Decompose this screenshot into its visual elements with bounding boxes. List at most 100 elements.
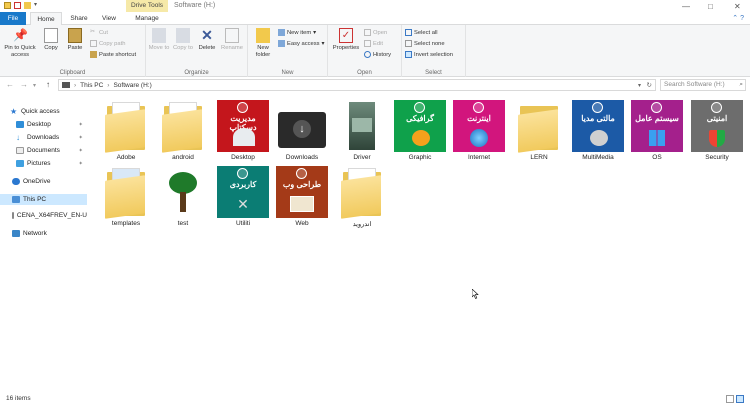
edit-label: Edit bbox=[373, 40, 383, 47]
folder-item-test[interactable]: test bbox=[155, 166, 211, 227]
move-to-button[interactable]: Move to bbox=[148, 28, 170, 52]
new-folder-icon[interactable] bbox=[24, 2, 31, 9]
delete-icon: ✕ bbox=[201, 27, 213, 43]
new-folder-button[interactable]: New folder bbox=[250, 28, 276, 59]
chevron-down-icon: ▾ bbox=[321, 40, 325, 47]
folder-item-web[interactable]: طراحی وب Web bbox=[274, 166, 330, 227]
tab-share[interactable]: Share bbox=[66, 12, 92, 25]
paste-shortcut-label: Paste shortcut bbox=[99, 51, 137, 58]
invert-selection-button[interactable]: Invert selection bbox=[405, 51, 453, 58]
item-name: Downloads bbox=[285, 154, 319, 161]
folder-icon bbox=[100, 100, 152, 153]
tab-home[interactable]: Home bbox=[30, 12, 62, 26]
copy-button[interactable]: Copy bbox=[40, 28, 62, 52]
large-icons-view-icon[interactable] bbox=[736, 395, 744, 403]
breadcrumb-this-pc[interactable]: This PC bbox=[80, 82, 103, 89]
back-arrow-icon[interactable]: ← bbox=[6, 80, 14, 89]
maximize-button[interactable]: □ bbox=[708, 2, 713, 11]
utility-tools-icon: کاربردی ✕ bbox=[217, 166, 269, 218]
rename-button[interactable]: Rename bbox=[220, 28, 244, 52]
folder-item-templates[interactable]: templates bbox=[98, 166, 154, 227]
nav-documents[interactable]: Documents ✦ bbox=[0, 145, 87, 156]
copy-icon bbox=[44, 28, 58, 43]
forward-arrow-icon[interactable]: → bbox=[20, 80, 28, 89]
breadcrumb-separator: › bbox=[74, 81, 77, 89]
folder-item-graphic[interactable]: گرافیکی Graphic bbox=[392, 100, 448, 161]
nav-onedrive[interactable]: OneDrive bbox=[0, 176, 87, 187]
nav-desktop[interactable]: Desktop ✦ bbox=[0, 119, 87, 130]
edit-button[interactable]: Edit bbox=[364, 40, 383, 47]
folder-item-utiliti[interactable]: کاربردی ✕ Utiliti bbox=[215, 166, 271, 227]
recent-locations-chevron-icon[interactable]: ▾ bbox=[33, 82, 36, 89]
internet-icon: اینترنت bbox=[453, 100, 505, 152]
nav-this-pc[interactable]: This PC bbox=[0, 194, 87, 205]
item-name: LERN bbox=[530, 154, 548, 161]
breadcrumb-software[interactable]: Software (H:) bbox=[113, 82, 151, 89]
item-name: Desktop bbox=[231, 154, 255, 161]
nav-label: Downloads bbox=[27, 134, 60, 141]
history-button[interactable]: History bbox=[364, 51, 391, 58]
security-shield-icon: امنیتی bbox=[691, 100, 743, 152]
nav-network[interactable]: Network bbox=[0, 228, 87, 239]
search-icon: ⌕ bbox=[739, 81, 743, 88]
rename-label: Rename bbox=[221, 45, 243, 51]
tab-view[interactable]: View bbox=[96, 12, 122, 25]
mouse-cursor-icon bbox=[472, 289, 479, 299]
explorer-icon bbox=[4, 2, 11, 9]
nav-quick-access[interactable]: ★ Quick access bbox=[0, 106, 87, 117]
folder-item-desktop[interactable]: مدیریت دسکتاپ Desktop bbox=[215, 100, 271, 161]
refresh-icon[interactable]: ↻ bbox=[647, 81, 652, 89]
copy-to-label: Copy to bbox=[173, 45, 193, 51]
chevron-down-icon[interactable]: ▾ bbox=[34, 2, 40, 9]
properties-button[interactable]: ✓ Properties bbox=[330, 28, 362, 52]
tab-manage[interactable]: Manage bbox=[126, 12, 168, 25]
folder-item-downloads[interactable]: ↓ Downloads bbox=[274, 100, 330, 161]
easy-access-icon bbox=[278, 40, 285, 47]
help-icon[interactable]: ⌃ ? bbox=[732, 14, 744, 22]
search-input[interactable]: Search Software (H:) ⌕ bbox=[660, 79, 746, 91]
properties-check-icon: ✓ bbox=[339, 28, 353, 43]
open-button[interactable]: Open bbox=[364, 29, 387, 36]
desktop-management-icon: مدیریت دسکتاپ bbox=[217, 100, 269, 152]
nav-drive[interactable]: CENA_X64FREV_EN-U bbox=[0, 210, 87, 221]
item-name: Graphic bbox=[408, 154, 432, 161]
address-bar[interactable]: › This PC › Software (H:) ▾ ↻ bbox=[58, 79, 656, 91]
new-folder-label: New folder bbox=[255, 45, 271, 58]
details-view-icon[interactable] bbox=[726, 395, 734, 403]
nav-downloads[interactable]: ↓ Downloads ✦ bbox=[0, 132, 87, 143]
paste-button[interactable]: Paste bbox=[64, 28, 86, 52]
select-all-button[interactable]: Select all bbox=[405, 29, 438, 36]
cut-button[interactable]: ✂ Cut bbox=[90, 29, 108, 36]
folder-item-internet[interactable]: اینترنت Internet bbox=[451, 100, 507, 161]
tab-file[interactable]: File bbox=[0, 12, 26, 25]
folder-item-multimedia[interactable]: مالتی مدیا MultiMedia bbox=[570, 100, 626, 161]
select-none-button[interactable]: Select none bbox=[405, 40, 445, 47]
properties-icon[interactable] bbox=[14, 2, 21, 9]
paste-shortcut-button[interactable]: Paste shortcut bbox=[90, 51, 136, 58]
folder-item-os[interactable]: سیستم عامل OS bbox=[629, 100, 685, 161]
nav-pictures[interactable]: Pictures ✦ bbox=[0, 158, 87, 169]
select-all-icon bbox=[405, 29, 412, 36]
copy-path-button[interactable]: Copy path bbox=[90, 40, 125, 47]
item-name: test bbox=[177, 220, 189, 227]
copy-to-button[interactable]: Copy to bbox=[172, 28, 194, 52]
folder-item-security[interactable]: امنیتی Security bbox=[689, 100, 745, 161]
item-name: OS bbox=[652, 154, 662, 161]
pin-to-quick-access-button[interactable]: 📌 Pin to Quick access bbox=[2, 28, 38, 59]
pictures-icon bbox=[16, 160, 24, 167]
folder-item-lern[interactable]: LERN bbox=[511, 100, 567, 161]
delete-button[interactable]: ✕ Delete bbox=[196, 28, 218, 52]
folder-item-driver[interactable]: Driver bbox=[334, 100, 390, 161]
minimize-button[interactable]: — bbox=[682, 2, 690, 11]
view-switcher bbox=[726, 395, 744, 403]
new-item-button[interactable]: New item ▾ bbox=[278, 29, 316, 36]
pin-icon: 📌 bbox=[13, 28, 28, 42]
item-name: android bbox=[172, 154, 194, 161]
folder-item-android[interactable]: android bbox=[155, 100, 211, 161]
chevron-down-icon[interactable]: ▾ bbox=[638, 82, 641, 89]
easy-access-button[interactable]: Easy access ▾ bbox=[278, 40, 324, 47]
folder-item-adobe[interactable]: Adobe bbox=[98, 100, 154, 161]
up-arrow-icon[interactable]: ↑ bbox=[46, 80, 50, 89]
folder-item-android-fa[interactable]: اندروید bbox=[334, 166, 390, 228]
close-button[interactable]: ✕ bbox=[734, 2, 741, 11]
